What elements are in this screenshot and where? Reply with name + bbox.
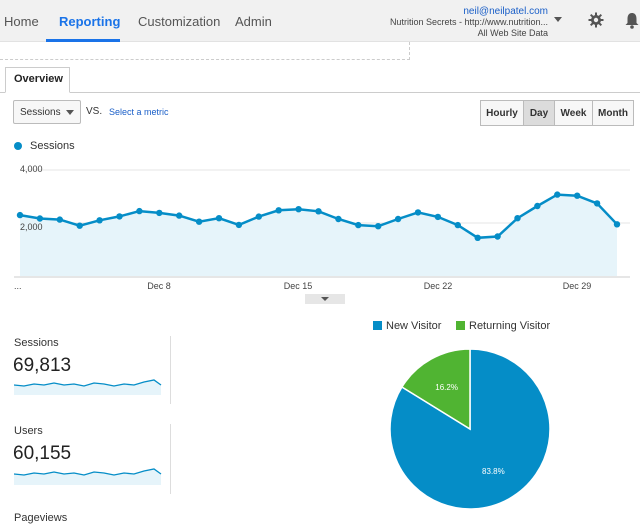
tab-overview[interactable]: Overview [5, 67, 70, 93]
period-hourly-button[interactable]: Hourly [480, 100, 524, 126]
sessions-point[interactable] [315, 208, 322, 215]
metric-select[interactable]: Sessions [13, 100, 81, 124]
period-day-button[interactable]: Day [523, 100, 555, 126]
stat-pageviews-label: Pageviews [14, 512, 68, 524]
pie-legend-new-visitor: New Visitor [373, 320, 441, 332]
nav-customization[interactable]: Customization [138, 14, 220, 29]
x-tick-dec-15: Dec 15 [284, 281, 313, 291]
sessions-point[interactable] [36, 215, 44, 222]
select-metric-link[interactable]: Select a metric [109, 107, 169, 117]
stat-divider [170, 336, 171, 404]
nav-home[interactable]: Home [4, 14, 39, 29]
pie-legend-returning-label: Returning Visitor [469, 320, 551, 332]
stat-users-value: 60,155 [13, 443, 72, 464]
sessions-point[interactable] [136, 207, 143, 215]
sessions-point[interactable] [355, 221, 362, 229]
sessions-point[interactable] [295, 206, 302, 213]
metric-select-value: Sessions [20, 107, 61, 118]
gear-icon[interactable] [588, 12, 604, 28]
chart-collapse-handle[interactable] [305, 294, 345, 304]
account-property: Nutrition Secrets - http://www.nutrition… [389, 17, 548, 27]
sessions-point[interactable] [16, 211, 24, 219]
vs-label: VS. [86, 106, 103, 117]
sessions-point[interactable] [116, 213, 123, 220]
stat-sessions-value: 69,813 [13, 355, 72, 376]
sessions-point[interactable] [156, 209, 163, 217]
sessions-point[interactable] [514, 215, 521, 222]
chevron-down-icon [66, 110, 74, 115]
y-tick-4000: 4,000 [20, 164, 43, 174]
stat-divider [170, 424, 171, 494]
account-view: All Web Site Data [477, 28, 548, 38]
sessions-point[interactable] [474, 234, 481, 241]
sessions-sparkline [14, 379, 162, 395]
stat-sessions-label: Sessions [14, 337, 59, 349]
pie-slice-label: 16.2% [435, 383, 458, 392]
sessions-legend-dot [14, 142, 22, 150]
legend-swatch-returning [456, 321, 465, 330]
period-month-button[interactable]: Month [592, 100, 634, 126]
x-tick-dec-29: Dec 29 [563, 281, 592, 291]
sessions-point[interactable] [76, 222, 83, 229]
nav-admin[interactable]: Admin [235, 14, 272, 29]
pie-legend-new-label: New Visitor [386, 320, 442, 332]
sessions-point[interactable] [275, 207, 282, 214]
sessions-point[interactable] [235, 221, 243, 229]
tab-divider [0, 92, 640, 93]
nav-reporting[interactable]: Reporting [59, 14, 120, 29]
chevron-down-icon[interactable] [554, 17, 562, 22]
sessions-point[interactable] [414, 209, 422, 216]
visitor-type-pie-chart: 83.8% 16.2% [389, 348, 551, 510]
sessions-point[interactable] [593, 200, 601, 207]
sessions-point[interactable] [56, 216, 63, 223]
segment-area-border [0, 42, 410, 60]
sessions-point[interactable] [176, 212, 183, 219]
x-tick-dec-8: Dec 8 [147, 281, 171, 291]
users-sparkline [14, 468, 162, 485]
sessions-point[interactable] [375, 223, 382, 230]
account-email: neil@neilpatel.com [463, 6, 548, 17]
sessions-point[interactable] [96, 217, 103, 224]
sessions-point[interactable] [255, 213, 262, 220]
pie-legend-returning-visitor: Returning Visitor [456, 320, 550, 332]
sessions-point[interactable] [554, 191, 561, 198]
sessions-point[interactable] [195, 218, 203, 225]
period-week-button[interactable]: Week [554, 100, 593, 126]
sessions-point[interactable] [494, 233, 501, 240]
x-tick-start: ... [14, 281, 22, 291]
sessions-legend-label: Sessions [30, 140, 75, 152]
x-tick-dec-22: Dec 22 [424, 281, 453, 291]
sessions-point[interactable] [434, 213, 442, 221]
triangle-down-icon [321, 297, 329, 301]
y-tick-2000: 2,000 [20, 222, 43, 232]
sessions-point[interactable] [394, 215, 402, 223]
sessions-point[interactable] [335, 215, 342, 223]
stat-users-label: Users [14, 425, 43, 437]
sessions-area [20, 194, 617, 276]
sessions-point[interactable] [613, 221, 621, 228]
sessions-point[interactable] [454, 221, 461, 229]
bell-icon[interactable] [624, 12, 640, 29]
pie-slice-label: 83.8% [482, 467, 505, 476]
sessions-point[interactable] [574, 192, 581, 199]
sessions-point[interactable] [534, 202, 541, 210]
sessions-point[interactable] [215, 215, 223, 222]
account-selector[interactable]: neil@neilpatel.com Nutrition Secrets - h… [390, 6, 548, 39]
sessions-line-chart: 4,000 2,000 ... Dec 8 Dec 15 Dec 22 Dec … [14, 164, 630, 291]
top-nav: Home Reporting Customization Admin neil@… [0, 0, 640, 42]
legend-swatch-new [373, 321, 382, 330]
